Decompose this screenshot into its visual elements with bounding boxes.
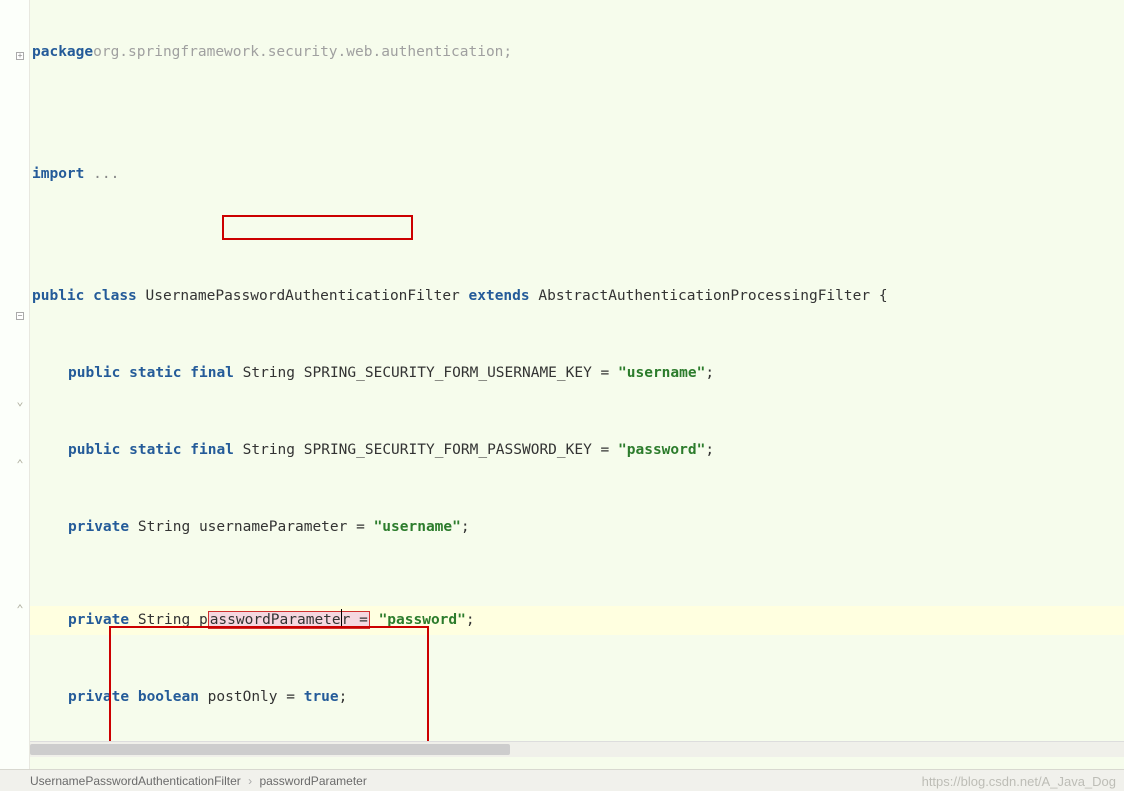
code-line: private boolean postOnly = true;	[30, 683, 1124, 712]
code-editor[interactable]: + − ⌄ ⌃ ⌃ packageorg.springframework.sec…	[0, 0, 1124, 769]
code-line: packageorg.springframework.security.web.…	[30, 38, 1124, 67]
fold-handle-icon[interactable]: ⌄	[13, 395, 27, 409]
code-line	[30, 221, 1124, 250]
fold-end-icon: ⌃	[13, 603, 27, 617]
breadcrumb-item[interactable]: UsernamePasswordAuthenticationFilter	[30, 774, 241, 788]
code-line: private String usernameParameter = "user…	[30, 513, 1124, 542]
code-line	[30, 760, 1124, 769]
chevron-right-icon: ›	[248, 774, 252, 788]
breadcrumb[interactable]: UsernamePasswordAuthenticationFilter › p…	[0, 769, 1124, 791]
scrollbar-thumb[interactable]	[30, 744, 510, 755]
code-line-active: private String passwordParameter = "pass…	[30, 606, 1124, 635]
breadcrumb-item[interactable]: passwordParameter	[259, 774, 366, 788]
horizontal-scrollbar[interactable]	[30, 741, 1124, 757]
code-line: public static final String SPRING_SECURI…	[30, 359, 1124, 388]
selection: asswordParameter =	[208, 611, 370, 629]
gutter: + − ⌄ ⌃ ⌃	[0, 0, 30, 769]
code-line: public static final String SPRING_SECURI…	[30, 436, 1124, 465]
code-area[interactable]: packageorg.springframework.security.web.…	[30, 0, 1124, 751]
code-line: import ...	[30, 160, 1124, 189]
fold-end-icon: ⌃	[13, 458, 27, 472]
code-line	[30, 99, 1124, 128]
code-line: public class UsernamePasswordAuthenticat…	[30, 282, 1124, 311]
fold-icon[interactable]: −	[16, 312, 24, 320]
fold-icon[interactable]: +	[16, 52, 24, 60]
